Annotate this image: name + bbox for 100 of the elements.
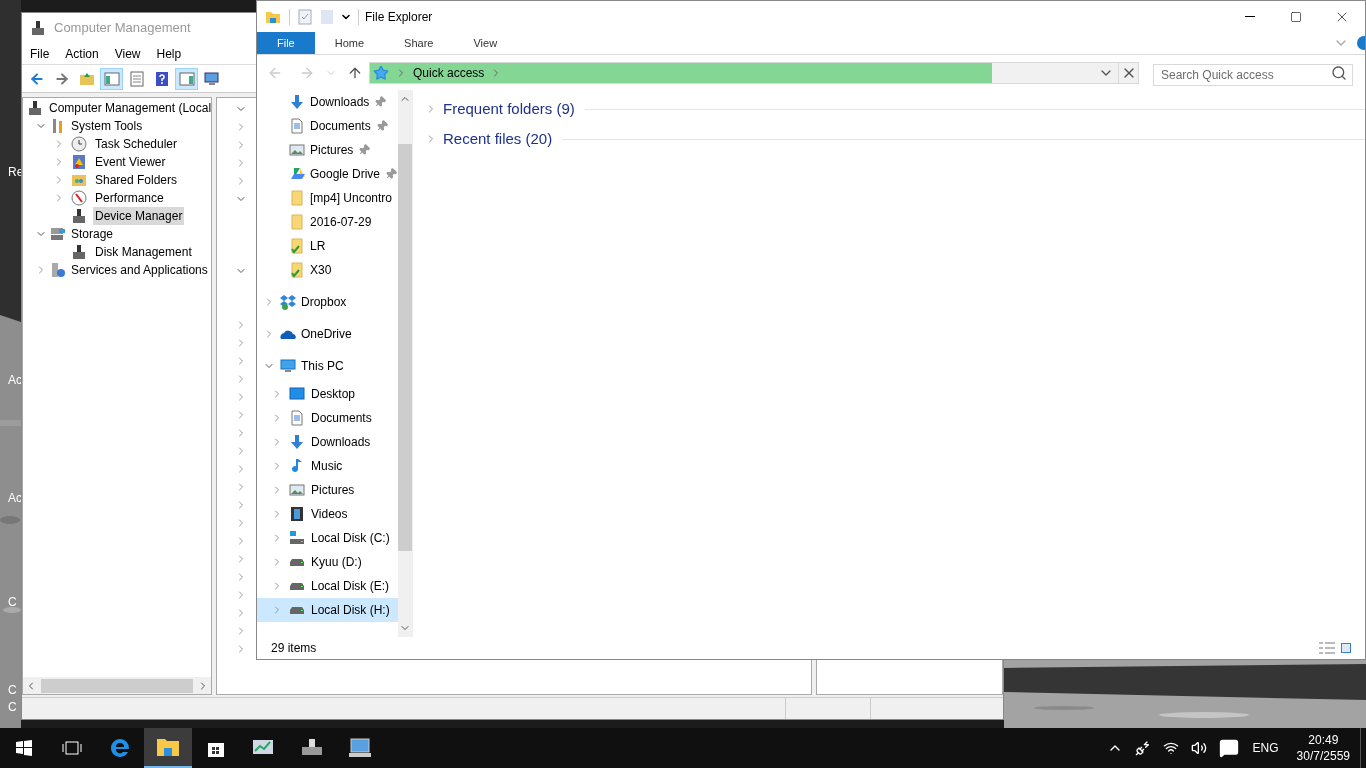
menu-item[interactable]: File [22, 44, 58, 63]
action-pane-button[interactable] [175, 67, 198, 90]
horizontal-scrollbar[interactable] [23, 677, 211, 694]
device-icon [300, 738, 324, 758]
folder-icon [289, 190, 305, 206]
nav-item[interactable]: Local Disk (C:) [257, 526, 399, 550]
item-count: 29 items [271, 640, 317, 657]
picture-icon [289, 482, 305, 498]
system-drive-icon [289, 530, 305, 546]
monitor-icon [203, 70, 220, 87]
nav-item[interactable]: Downloads [310, 93, 370, 111]
log-icon [71, 154, 87, 170]
breadcrumb-item[interactable]: Quick access [413, 63, 485, 82]
drive-triangle-icon [289, 166, 305, 182]
nav-item[interactable]: Pictures [310, 141, 354, 159]
tree-item[interactable]: Performance [93, 189, 166, 207]
cloud-icon [280, 329, 296, 339]
ribbon-tab[interactable]: Home [314, 32, 385, 54]
tree-item[interactable]: Storage [69, 225, 116, 243]
file-explorer-button[interactable] [144, 728, 192, 768]
tree-item[interactable]: Device Manager [93, 207, 185, 225]
nav-item[interactable]: [mp4] Uncontro [310, 189, 393, 207]
search-icon[interactable] [1331, 64, 1347, 81]
tree-item[interactable]: System Tools [69, 117, 145, 135]
ribbon-tab[interactable]: File [257, 32, 315, 54]
document-icon [289, 410, 305, 426]
menu-item[interactable]: Action [57, 44, 107, 63]
nav-item[interactable]: Google Drive [310, 165, 381, 183]
tree-item[interactable]: Services and Applications [69, 261, 210, 279]
folder-icon [289, 214, 305, 230]
tree-item[interactable]: Task Scheduler [93, 135, 180, 153]
power-icon[interactable] [1134, 740, 1151, 756]
folder-icon [156, 737, 180, 757]
menu-item[interactable]: View [106, 44, 149, 63]
nav-item[interactable]: Music [257, 454, 399, 478]
ribbon-tab[interactable]: View [453, 32, 518, 54]
star-icon [373, 64, 389, 81]
nav-item[interactable]: Videos [257, 502, 399, 526]
server-gear-icon [50, 262, 66, 278]
group-header[interactable]: Recent files (20) [443, 127, 553, 151]
nav-item[interactable]: LR [310, 237, 326, 255]
drive-icon [289, 558, 305, 566]
properties-icon[interactable] [298, 8, 312, 25]
music-note-icon [292, 458, 302, 474]
vertical-scrollbar[interactable] [398, 90, 412, 637]
large-icons-view-icon[interactable] [1341, 642, 1351, 654]
minimize-icon [1245, 16, 1255, 17]
wifi-icon[interactable] [1162, 740, 1179, 756]
nav-item[interactable]: X30 [310, 261, 332, 279]
details-view-icon[interactable] [1319, 642, 1335, 654]
nav-item[interactable]: Documents [257, 406, 399, 430]
ribbon-tab[interactable]: Share [384, 32, 454, 54]
desktop-icon [289, 386, 305, 402]
maximize-icon [1290, 10, 1302, 23]
windows-logo-icon [16, 740, 32, 756]
nav-item[interactable]: This PC [301, 357, 344, 375]
nav-item[interactable]: Local Disk (H:) [257, 598, 399, 622]
clock[interactable]: 20:49 30/7/2559 [1286, 732, 1360, 764]
tree-item[interactable]: Disk Management [93, 243, 194, 261]
search-field[interactable]: Search Quick access [1153, 63, 1353, 86]
browser-icon [108, 736, 132, 760]
volume-icon[interactable] [1190, 740, 1207, 756]
new-folder-icon[interactable] [320, 8, 334, 25]
nav-item[interactable]: Documents [310, 117, 371, 135]
device-icon [71, 244, 87, 260]
nav-item[interactable]: Downloads [257, 430, 399, 454]
nav-item[interactable]: Local Disk (E:) [257, 574, 399, 598]
nav-item[interactable]: 2016-07-29 [310, 213, 372, 231]
dropbox-icon [280, 294, 296, 310]
window-title: Computer Management [54, 19, 191, 38]
nav-item[interactable]: Pictures [257, 478, 399, 502]
device-icon [30, 20, 46, 36]
tree-item[interactable]: Event Viewer [93, 153, 168, 171]
device-icon [71, 208, 87, 224]
sheet-icon [128, 70, 145, 87]
tree-item[interactable]: Computer Management (Local [49, 99, 211, 117]
film-icon [289, 506, 305, 522]
address-bar[interactable]: Quick access [369, 61, 1139, 84]
help-icon[interactable] [1357, 36, 1365, 50]
download-arrow-icon [289, 94, 305, 110]
nav-item[interactable]: Dropbox [301, 293, 347, 311]
tree-item[interactable]: Shared Folders [93, 171, 180, 189]
notifications-icon[interactable] [1218, 738, 1239, 758]
drive-icon [289, 606, 305, 614]
window-title: File Explorer [365, 8, 433, 26]
group-header[interactable]: Frequent folders (9) [443, 97, 575, 121]
language-indicator[interactable]: ENG [1252, 739, 1279, 757]
menu-item[interactable]: Help [148, 44, 190, 63]
tree-toggle-button[interactable] [100, 67, 123, 90]
nav-item[interactable]: Desktop [257, 382, 399, 406]
forward-arrow-icon [53, 70, 70, 87]
device-icon [27, 100, 43, 116]
nav-item[interactable]: OneDrive [301, 325, 352, 343]
shared-folder-icon [71, 172, 87, 188]
right-panel-icon [178, 70, 195, 87]
clock-icon [71, 136, 87, 152]
synced-folder-icon [289, 238, 305, 254]
nav-item[interactable]: Kyuu (D:) [257, 550, 399, 574]
synced-folder-icon [289, 262, 305, 278]
document-icon [289, 118, 305, 134]
